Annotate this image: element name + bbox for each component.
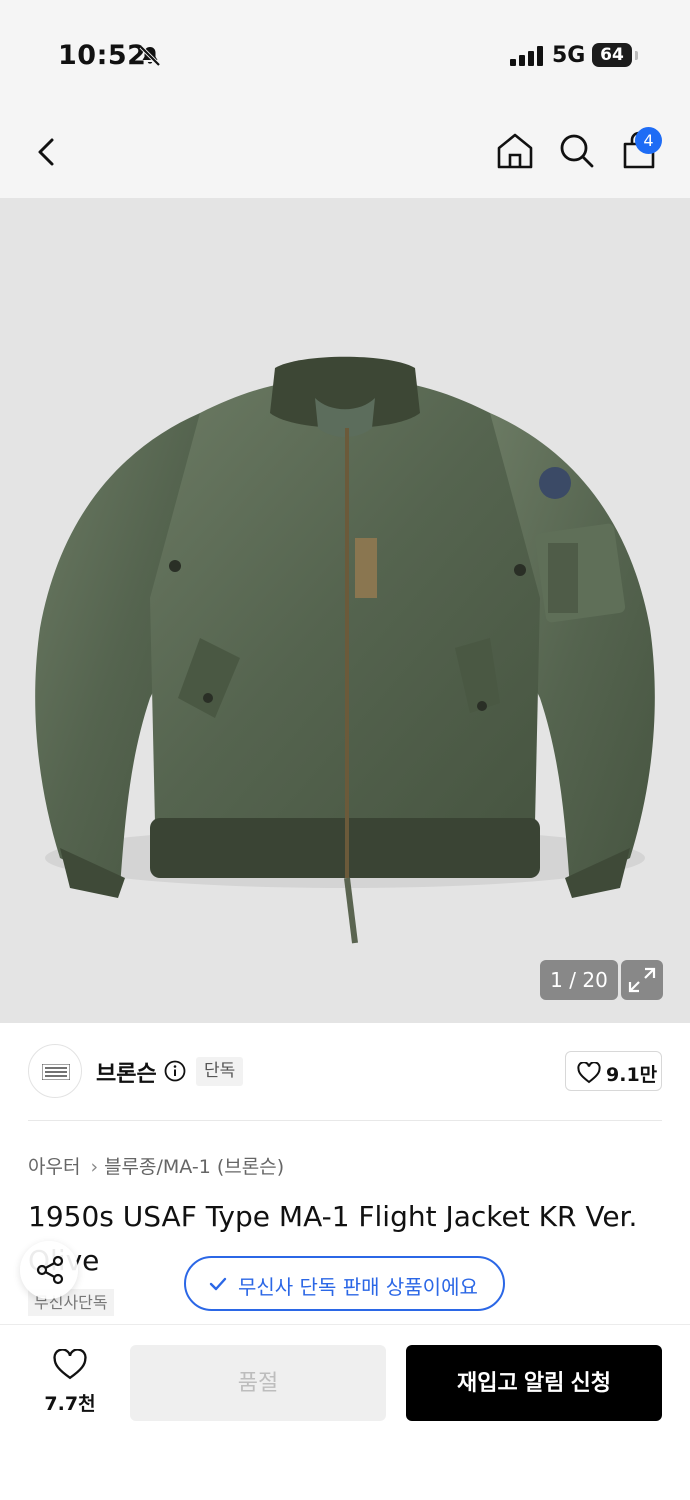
restock-alert-button[interactable]: 재입고 알림 신청	[406, 1345, 662, 1421]
home-button[interactable]	[492, 128, 538, 174]
breadcrumb-category[interactable]: 아우터	[28, 1156, 80, 1178]
brand-logo[interactable]	[28, 1044, 82, 1098]
top-nav-bar	[0, 110, 690, 198]
sold-out-button: 품절	[130, 1345, 386, 1421]
heart-icon	[577, 1061, 601, 1088]
breadcrumb: 아우터 › 블루종/MA-1 (브론슨)	[28, 1152, 284, 1179]
cart-count-badge: 4	[635, 127, 662, 154]
image-counter: 1 / 20	[540, 960, 618, 1000]
info-icon[interactable]	[164, 1060, 186, 1086]
jacket-photo	[35, 356, 655, 944]
share-button[interactable]	[20, 1241, 78, 1299]
check-icon	[208, 1275, 228, 1297]
brand-like-count: 9.1만	[606, 1064, 658, 1086]
expand-icon	[628, 967, 656, 993]
brand-like-button[interactable]: 9.1만	[565, 1051, 662, 1091]
cellular-signal-icon	[510, 46, 544, 70]
share-icon	[36, 1255, 64, 1285]
network-label: 5G	[552, 43, 586, 68]
status-bar: 10:52 5G 64	[0, 0, 690, 110]
exclusive-sale-banner[interactable]: 무신사 단독 판매 상품이에요	[184, 1256, 505, 1311]
expand-image-button[interactable]	[621, 960, 663, 1000]
breadcrumb-subcategory[interactable]: 블루종/MA-1 (브론슨)	[104, 1156, 284, 1178]
product-like-count: 7.7천	[44, 1393, 96, 1415]
search-button[interactable]	[554, 128, 600, 174]
back-icon	[38, 138, 54, 166]
brand-logo-mark	[41, 1063, 71, 1082]
battery-level: 64	[592, 43, 632, 67]
status-time: 10:52	[58, 40, 147, 71]
exclusive-banner-text: 무신사 단독 판매 상품이에요	[238, 1275, 478, 1299]
brand-name[interactable]: 브론슨	[96, 1056, 157, 1088]
divider	[28, 1120, 662, 1121]
product-image[interactable]	[0, 198, 690, 1023]
search-icon	[560, 134, 594, 168]
back-button[interactable]	[28, 130, 68, 174]
battery-tip	[635, 51, 638, 60]
heart-icon	[53, 1349, 87, 1380]
product-title: 1950s USAF Type MA-1 Flight Jacket KR Ve…	[28, 1200, 638, 1233]
chevron-right-icon: ›	[90, 1156, 99, 1178]
home-icon	[497, 133, 533, 169]
exclusive-tag: 단독	[196, 1057, 244, 1086]
bell-muted-icon	[138, 44, 162, 72]
product-like-button[interactable]: 7.7천	[40, 1349, 100, 1419]
